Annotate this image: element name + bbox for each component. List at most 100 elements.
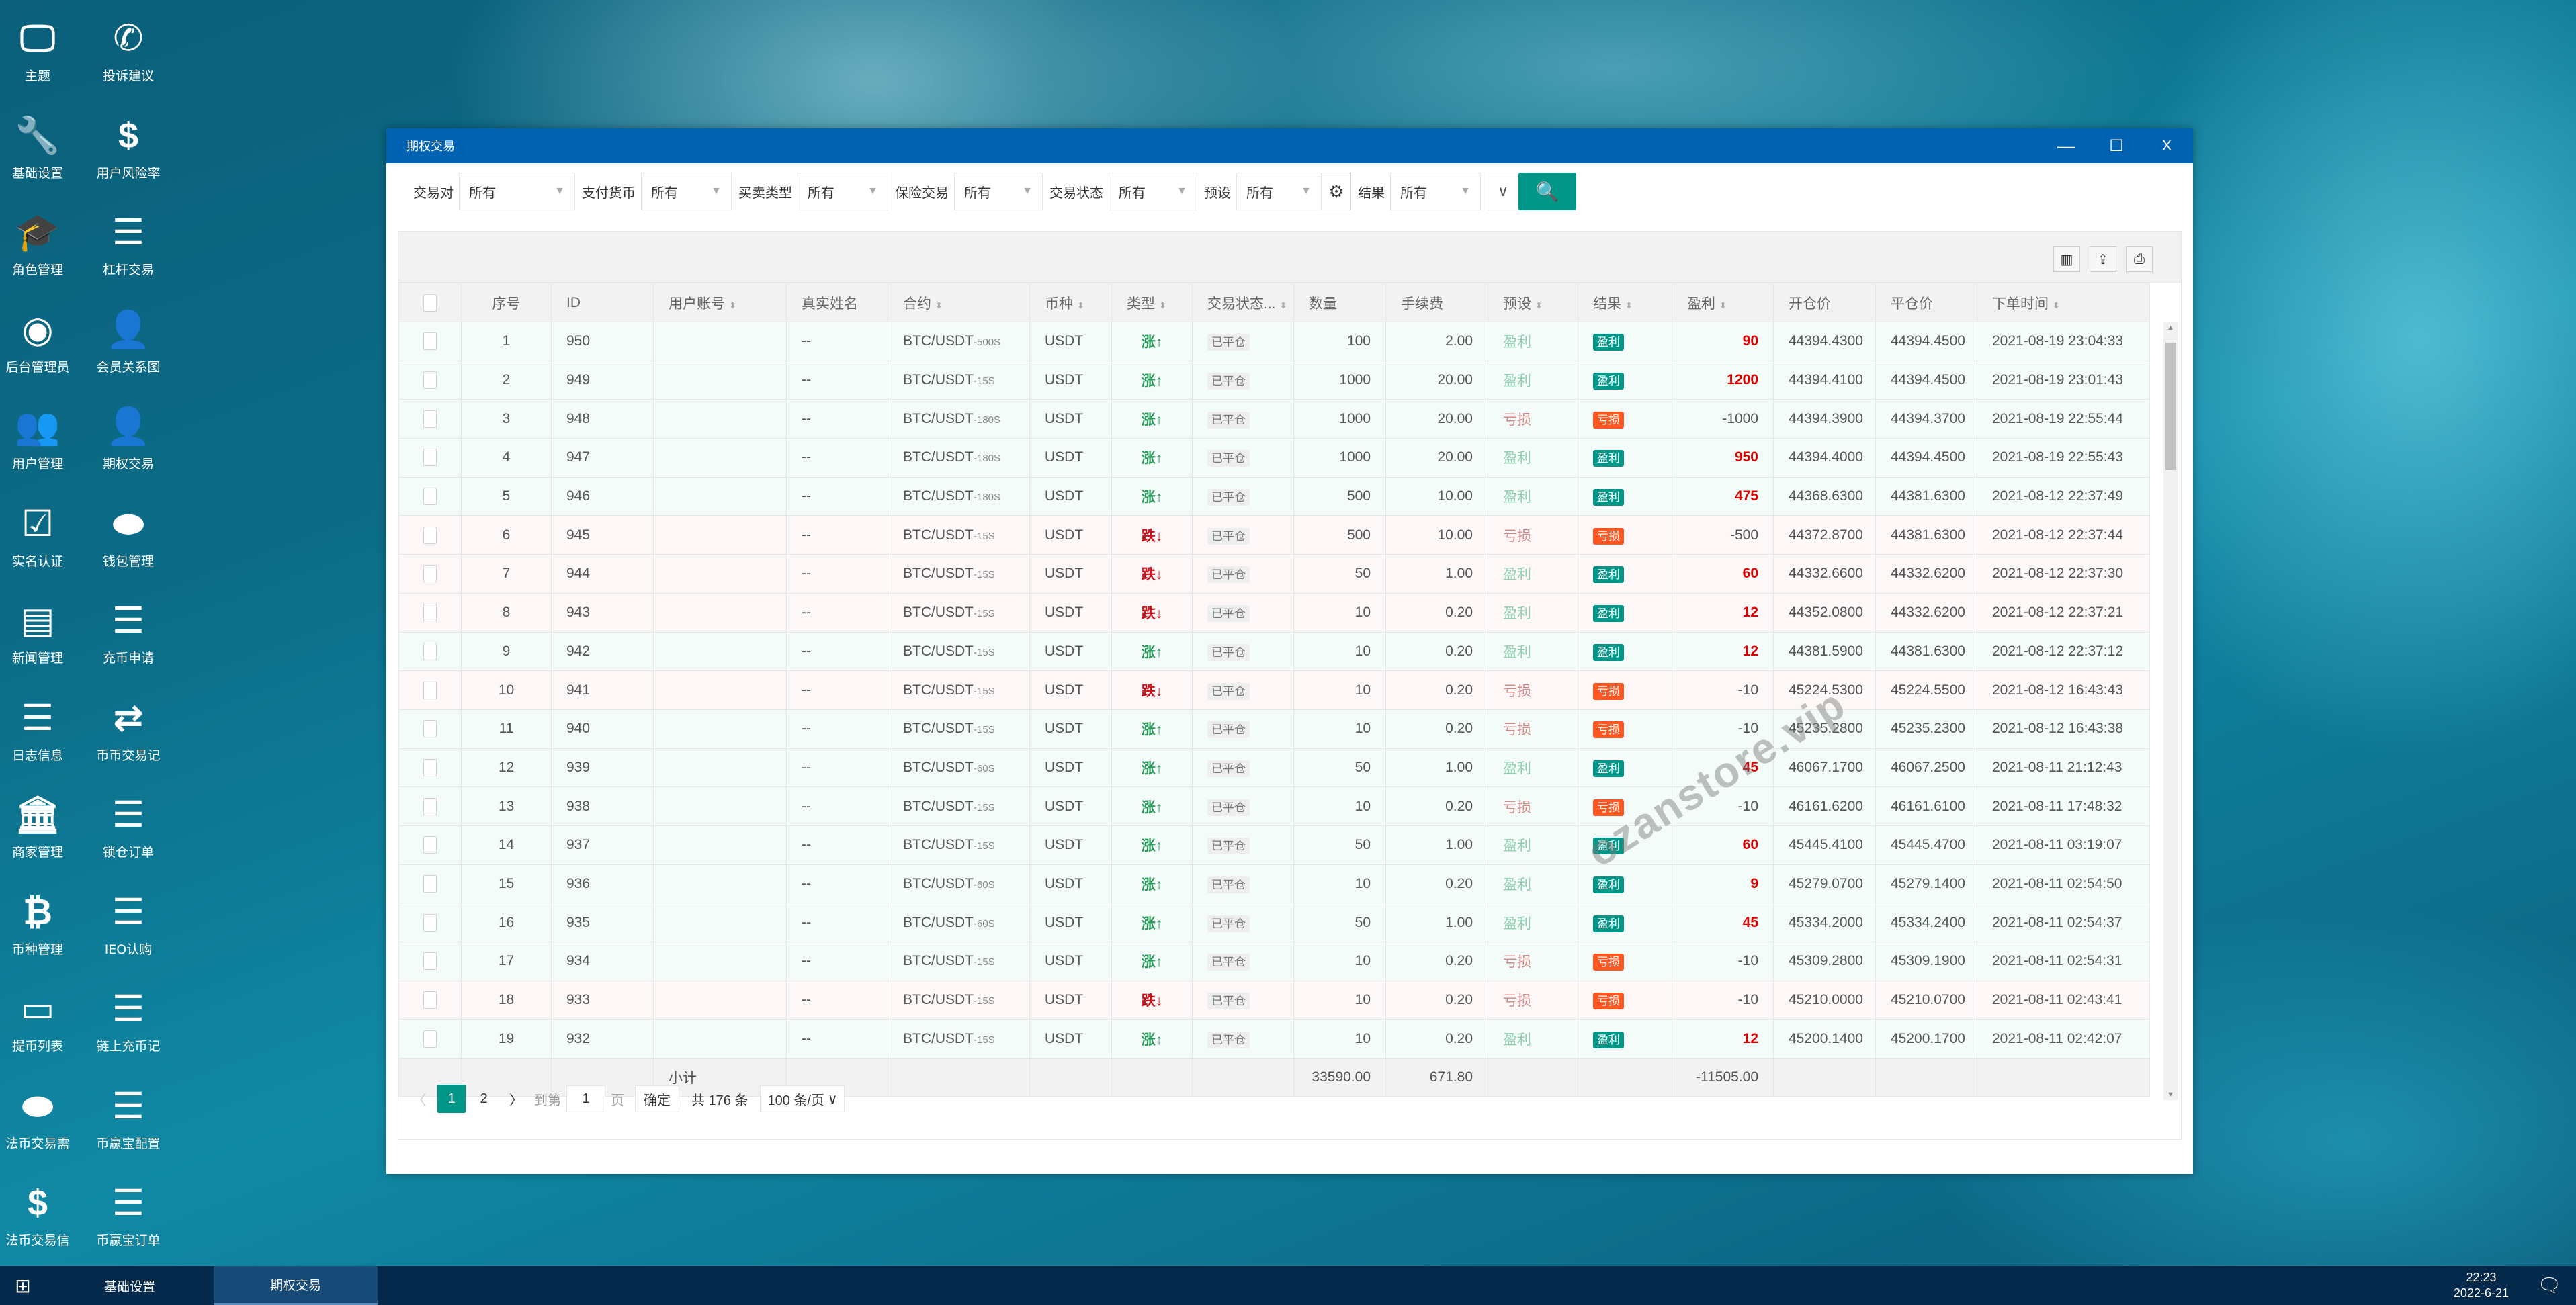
- table-row[interactable]: 8 943 -- BTC/USDT-15S USDT 跌↓ 已平仓 10 0.2…: [398, 592, 2150, 633]
- desktop-icon[interactable]: $ 法币交易信: [0, 1179, 81, 1249]
- row-checkbox[interactable]: [398, 554, 462, 594]
- table-row[interactable]: 3 948 -- BTC/USDT-180S USDT 涨↑ 已平仓 1000 …: [398, 399, 2150, 439]
- row-checkbox[interactable]: [398, 980, 462, 1020]
- desktop-icon[interactable]: ⬬ 法币交易需: [0, 1083, 81, 1152]
- table-row[interactable]: 5 946 -- BTC/USDT-180S USDT 涨↑ 已平仓 500 1…: [398, 476, 2150, 516]
- row-checkbox[interactable]: [398, 360, 462, 400]
- desktop-icon[interactable]: 👤 会员关系图: [85, 306, 172, 375]
- filter-select[interactable]: 所有 ▼: [798, 173, 888, 210]
- row-checkbox[interactable]: [398, 748, 462, 788]
- desktop-icon[interactable]: ◉ 后台管理员: [0, 306, 81, 375]
- column-header[interactable]: 预设 ⬍: [1488, 283, 1578, 322]
- sort-icon[interactable]: ⬍: [2053, 300, 2060, 310]
- table-row[interactable]: 19 932 -- BTC/USDT-15S USDT 涨↑ 已平仓 10 0.…: [398, 1019, 2150, 1059]
- maximize-button[interactable]: ☐: [2096, 128, 2137, 163]
- filter-select[interactable]: 所有 ▼: [641, 173, 732, 210]
- table-row[interactable]: 4 947 -- BTC/USDT-180S USDT 涨↑ 已平仓 1000 …: [398, 438, 2150, 478]
- confirm-button[interactable]: 确定: [635, 1085, 679, 1112]
- sort-icon[interactable]: ⬍: [1280, 300, 1287, 310]
- row-checkbox[interactable]: [398, 1019, 462, 1059]
- close-button[interactable]: X: [2147, 128, 2187, 163]
- desktop-icon[interactable]: ▤ 新闻管理: [0, 597, 81, 666]
- scroll-up-icon[interactable]: ▲: [2167, 324, 2174, 332]
- desktop-icon[interactable]: ☰ IEO认购: [85, 889, 172, 958]
- sort-icon[interactable]: ⬍: [1159, 300, 1166, 310]
- desktop-icon[interactable]: 👤 期权交易: [85, 403, 172, 472]
- table-row[interactable]: 16 935 -- BTC/USDT-60S USDT 涨↑ 已平仓 50 1.…: [398, 903, 2150, 942]
- desktop-icon[interactable]: ☰ 日志信息: [0, 694, 81, 764]
- table-row[interactable]: 1 950 -- BTC/USDT-500S USDT 涨↑ 已平仓 100 2…: [398, 322, 2150, 361]
- desktop-icon[interactable]: ☰ 币赢宝配置: [85, 1083, 172, 1152]
- desktop-icon[interactable]: ✆ 投诉建议: [85, 15, 172, 84]
- filter-select[interactable]: 所有 ▼: [459, 173, 575, 210]
- column-header[interactable]: 下单时间 ⬍: [1977, 283, 2150, 322]
- search-button[interactable]: 🔍: [1518, 173, 1576, 210]
- desktop-icon[interactable]: ☰ 充币申请: [85, 597, 172, 666]
- table-row[interactable]: 7 944 -- BTC/USDT-15S USDT 跌↓ 已平仓 50 1.0…: [398, 554, 2150, 594]
- columns-filter-icon[interactable]: ▥: [2053, 246, 2080, 272]
- row-checkbox[interactable]: [398, 592, 462, 633]
- desktop-icon[interactable]: ☰ 币赢宝订单: [85, 1179, 172, 1249]
- desktop-icon[interactable]: ☰ 链上充币记: [85, 985, 172, 1054]
- desktop-icon[interactable]: $ 用户风险率: [85, 112, 172, 181]
- desktop-icon[interactable]: ☰ 锁仓订单: [85, 791, 172, 860]
- filter-select[interactable]: 所有 ▼: [954, 173, 1043, 210]
- desktop-icon[interactable]: 🏛 商家管理: [0, 791, 81, 860]
- table-row[interactable]: 18 933 -- BTC/USDT-15S USDT 跌↓ 已平仓 10 0.…: [398, 980, 2150, 1020]
- table-row[interactable]: 6 945 -- BTC/USDT-15S USDT 跌↓ 已平仓 500 10…: [398, 515, 2150, 555]
- desktop-icon[interactable]: 🎓 角色管理: [0, 209, 81, 278]
- column-header[interactable]: 盈利 ⬍: [1672, 283, 1774, 322]
- row-checkbox[interactable]: [398, 786, 462, 826]
- row-checkbox[interactable]: [398, 322, 462, 361]
- column-header[interactable]: 结果 ⬍: [1578, 283, 1672, 322]
- row-checkbox[interactable]: [398, 942, 462, 981]
- desktop-icon[interactable]: 🖵 主题: [0, 15, 81, 84]
- filter-select[interactable]: 所有 ▼: [1390, 173, 1481, 210]
- page-2-button[interactable]: 2: [470, 1085, 498, 1113]
- desktop-icon[interactable]: ⬬ 钱包管理: [85, 500, 172, 570]
- row-checkbox[interactable]: [398, 903, 462, 942]
- filter-select[interactable]: 所有 ▼: [1109, 173, 1197, 210]
- table-row[interactable]: 11 940 -- BTC/USDT-15S USDT 涨↑ 已平仓 10 0.…: [398, 709, 2150, 749]
- next-page-button[interactable]: 〉: [502, 1085, 530, 1113]
- select-all-checkbox[interactable]: [398, 283, 462, 322]
- windows-start-icon[interactable]: ⊞: [0, 1266, 46, 1305]
- row-checkbox[interactable]: [398, 709, 462, 749]
- scroll-down-icon[interactable]: ▼: [2167, 1091, 2174, 1099]
- prev-page-button[interactable]: 〈: [405, 1085, 433, 1113]
- minimize-button[interactable]: —: [2046, 128, 2086, 163]
- table-scrollbar[interactable]: ▲ ▼: [2163, 322, 2178, 1100]
- column-header[interactable]: 用户账号 ⬍: [653, 283, 787, 322]
- row-checkbox[interactable]: [398, 438, 462, 478]
- desktop-icon[interactable]: 👥 用户管理: [0, 403, 81, 472]
- column-header[interactable]: 币种 ⬍: [1029, 283, 1112, 322]
- table-row[interactable]: 14 937 -- BTC/USDT-15S USDT 涨↑ 已平仓 50 1.…: [398, 825, 2150, 865]
- sort-icon[interactable]: ⬍: [1625, 300, 1633, 310]
- table-row[interactable]: 13 938 -- BTC/USDT-15S USDT 涨↑ 已平仓 10 0.…: [398, 786, 2150, 826]
- goto-page-input[interactable]: 1: [566, 1085, 605, 1112]
- table-row[interactable]: 15 936 -- BTC/USDT-60S USDT 涨↑ 已平仓 10 0.…: [398, 864, 2150, 904]
- gear-icon[interactable]: ⚙: [1322, 173, 1351, 210]
- page-size-select[interactable]: 100 条/页 ∨: [760, 1085, 845, 1112]
- sort-icon[interactable]: ⬍: [729, 300, 736, 310]
- taskbar-item-options-trading[interactable]: 期权交易: [214, 1266, 378, 1305]
- sort-icon[interactable]: ⬍: [1719, 300, 1727, 310]
- page-1-button[interactable]: 1: [437, 1085, 466, 1113]
- expand-filters-button[interactable]: ∨: [1488, 173, 1518, 210]
- table-row[interactable]: 12 939 -- BTC/USDT-60S USDT 涨↑ 已平仓 50 1.…: [398, 748, 2150, 788]
- taskbar-item-basic-settings[interactable]: 基础设置: [46, 1266, 214, 1305]
- desktop-icon[interactable]: ☑ 实名认证: [0, 500, 81, 570]
- taskbar-clock[interactable]: 22:23 2022-6-21: [2454, 1270, 2509, 1301]
- row-checkbox[interactable]: [398, 399, 462, 439]
- desktop-icon[interactable]: ⇄ 币币交易记: [85, 694, 172, 764]
- table-row[interactable]: 2 949 -- BTC/USDT-15S USDT 涨↑ 已平仓 1000 2…: [398, 360, 2150, 400]
- sort-icon[interactable]: ⬍: [1535, 300, 1543, 310]
- row-checkbox[interactable]: [398, 670, 462, 710]
- desktop-icon[interactable]: ☰ 杠杆交易: [85, 209, 172, 278]
- table-row[interactable]: 10 941 -- BTC/USDT-15S USDT 跌↓ 已平仓 10 0.…: [398, 670, 2150, 710]
- column-header[interactable]: 合约 ⬍: [888, 283, 1030, 322]
- print-icon[interactable]: ⎙: [2126, 246, 2153, 272]
- row-checkbox[interactable]: [398, 864, 462, 904]
- column-header[interactable]: 交易状态... ⬍: [1192, 283, 1294, 322]
- sort-icon[interactable]: ⬍: [935, 300, 943, 310]
